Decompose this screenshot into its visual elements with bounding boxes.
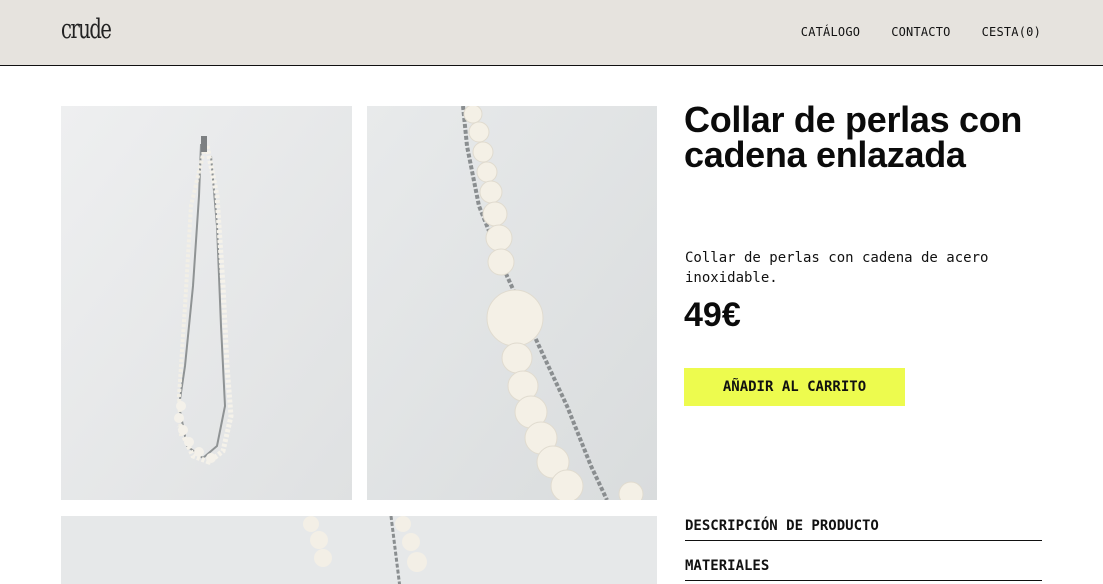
product-image-detail[interactable] — [61, 516, 657, 584]
accordion-materials[interactable]: MATERIALES — [685, 556, 1042, 581]
product-title: Collar de perlas con cadena enlazada — [684, 99, 1023, 175]
accordion-label: MATERIALES — [685, 558, 770, 574]
product-image-full[interactable] — [61, 106, 352, 500]
add-to-cart-button[interactable]: AÑADIR AL CARRITO — [684, 368, 905, 406]
nav-cart[interactable]: CESTA(0) — [982, 25, 1041, 39]
product-description: Collar de perlas con cadena de acero ino… — [685, 250, 989, 286]
necklace-photo-full-icon — [61, 106, 352, 500]
site-header: crude CATÁLOGO CONTACTO CESTA(0) — [0, 0, 1103, 66]
accordion-label: DESCRIPCIÓN DE PRODUCTO — [685, 518, 879, 534]
main-nav: CATÁLOGO CONTACTO CESTA(0) — [801, 25, 1041, 39]
product-image-closeup[interactable] — [367, 106, 657, 500]
product-price: 49€ — [684, 296, 741, 334]
necklace-photo-closeup-icon — [367, 106, 657, 500]
nav-contact[interactable]: CONTACTO — [891, 25, 950, 39]
nav-catalog[interactable]: CATÁLOGO — [801, 25, 860, 39]
accordion-product-description[interactable]: DESCRIPCIÓN DE PRODUCTO — [685, 516, 1042, 541]
logo[interactable]: crude — [61, 14, 112, 45]
necklace-photo-detail-icon — [61, 516, 657, 584]
